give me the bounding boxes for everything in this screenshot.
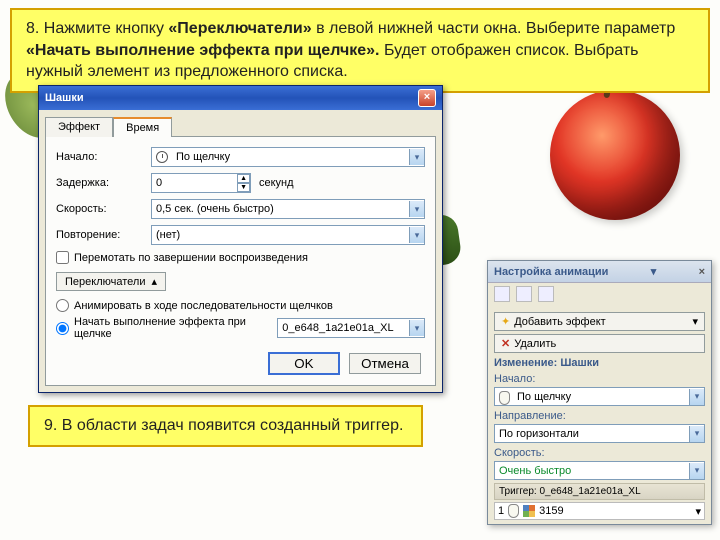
radio-label: Начать выполнение эффекта при щелчке	[74, 316, 269, 340]
trigger-target-value: 0_e648_1a21e01a_XL	[282, 322, 393, 334]
radio-icon[interactable]	[56, 322, 69, 335]
pane-titlebar[interactable]: Настройка анимации ▾ ×	[488, 261, 711, 283]
repeat-value: (нет)	[156, 229, 180, 241]
spin-up-icon[interactable]: ▲	[237, 174, 250, 183]
remove-button[interactable]: ✕ Удалить	[494, 334, 705, 353]
text: 9. В области задач появится созданный тр…	[44, 417, 403, 434]
rewind-checkbox[interactable]: Перемотать по завершении воспроизведения	[56, 251, 425, 264]
pane-dropdown-icon[interactable]: ▾	[651, 265, 657, 278]
checkbox-icon[interactable]	[56, 251, 69, 264]
pane-start-label: Начало:	[494, 373, 705, 385]
radio-icon[interactable]	[56, 299, 69, 312]
change-label: Изменение: Шашки	[494, 357, 705, 369]
label-repeat: Повторение:	[56, 229, 151, 241]
cancel-button[interactable]: Отмена	[349, 353, 421, 374]
mouse-icon	[499, 391, 510, 405]
effect-icon	[523, 505, 535, 517]
text-bold: «Начать выполнение эффекта при щелчке».	[26, 42, 380, 59]
forward-icon[interactable]	[516, 286, 532, 302]
start-value: По щелчку	[176, 151, 230, 163]
radio-animate-sequence[interactable]: Анимировать в ходе последовательности ще…	[56, 299, 425, 312]
delay-unit: секунд	[259, 177, 294, 189]
triggers-button-label: Переключатели	[65, 276, 145, 288]
dialog-titlebar[interactable]: Шашки ×	[39, 86, 442, 110]
bg-apple	[550, 90, 680, 220]
x-icon: ✕	[501, 337, 510, 350]
chevron-down-icon	[409, 227, 424, 243]
chevron-down-icon	[409, 149, 424, 165]
item-index: 1	[498, 505, 504, 517]
tab-panel-time: Начало: По щелчку Задержка: 0 ▲ ▼ секунд	[45, 136, 436, 386]
back-icon[interactable]	[494, 286, 510, 302]
chevron-down-icon[interactable]: ▾	[695, 505, 701, 518]
text: в левой нижней части окна. Выберите пара…	[316, 20, 675, 37]
pane-speed-label: Скорость:	[494, 447, 705, 459]
triggers-button[interactable]: Переключатели	[56, 272, 166, 291]
radio-label: Анимировать в ходе последовательности ще…	[74, 300, 333, 312]
tab-time[interactable]: Время	[113, 117, 172, 137]
pane-dir-dropdown[interactable]: По горизонтали	[494, 424, 705, 443]
home-icon[interactable]	[538, 286, 554, 302]
close-icon[interactable]: ×	[699, 266, 705, 278]
repeat-dropdown[interactable]: (нет)	[151, 225, 425, 245]
pane-dir-label: Направление:	[494, 410, 705, 422]
pane-title-text: Настройка анимации	[494, 266, 608, 278]
spin-down-icon[interactable]: ▼	[237, 183, 250, 192]
remove-label: Удалить	[514, 338, 556, 350]
dialog-title: Шашки	[45, 92, 84, 104]
pane-start-value: По щелчку	[517, 391, 571, 403]
item-text: 3159	[539, 505, 563, 517]
pane-dir-value: По горизонтали	[499, 428, 579, 440]
label-start: Начало:	[56, 151, 151, 163]
rewind-label: Перемотать по завершении воспроизведения	[74, 252, 308, 264]
animation-task-pane: Настройка анимации ▾ × ✦ Добавить эффект…	[487, 260, 712, 525]
chevron-down-icon: ▾	[692, 315, 698, 328]
label-speed: Скорость:	[56, 203, 151, 215]
chevron-down-icon	[689, 463, 704, 479]
chevron-down-icon	[409, 201, 424, 217]
label-delay: Задержка:	[56, 177, 151, 189]
trigger-target-dropdown[interactable]: 0_e648_1a21e01a_XL	[277, 318, 425, 338]
pane-speed-value: Очень быстро	[499, 465, 571, 477]
pane-toolbar	[488, 283, 711, 305]
add-effect-label: Добавить эффект	[514, 316, 605, 328]
speed-dropdown[interactable]: 0,5 сек. (очень быстро)	[151, 199, 425, 219]
mouse-icon	[508, 504, 519, 518]
text-bold: «Переключатели»	[168, 20, 311, 37]
trigger-group-label: Триггер: 0_e648_1a21e01a_XL	[494, 483, 705, 500]
animation-list-item[interactable]: 1 3159 ▾	[494, 502, 705, 520]
chevron-down-icon	[689, 389, 704, 405]
add-effect-button[interactable]: ✦ Добавить эффект ▾	[494, 312, 705, 331]
timing-dialog: Шашки × Эффект Время Начало: По щелчку З…	[38, 85, 443, 393]
tab-effect[interactable]: Эффект	[45, 117, 113, 137]
delay-spinner[interactable]: 0 ▲ ▼	[151, 173, 251, 193]
star-icon: ✦	[501, 315, 510, 328]
radio-start-on-click[interactable]: Начать выполнение эффекта при щелчке 0_e…	[56, 316, 425, 340]
pane-speed-dropdown[interactable]: Очень быстро	[494, 461, 705, 480]
instruction-step-8: 8. Нажмите кнопку «Переключатели» в лево…	[10, 8, 710, 93]
text: 8. Нажмите кнопку	[26, 20, 168, 37]
close-icon[interactable]: ×	[418, 89, 436, 107]
pane-start-dropdown[interactable]: По щелчку	[494, 387, 705, 406]
clock-icon	[156, 151, 168, 163]
chevron-down-icon	[409, 320, 424, 336]
instruction-step-9: 9. В области задач появится созданный тр…	[28, 405, 423, 447]
chevron-down-icon	[689, 426, 704, 442]
delay-value: 0	[156, 177, 162, 189]
start-dropdown[interactable]: По щелчку	[151, 147, 425, 167]
dialog-tabs: Эффект Время	[39, 110, 442, 136]
speed-value: 0,5 сек. (очень быстро)	[156, 203, 274, 215]
ok-button[interactable]: OK	[268, 352, 340, 375]
